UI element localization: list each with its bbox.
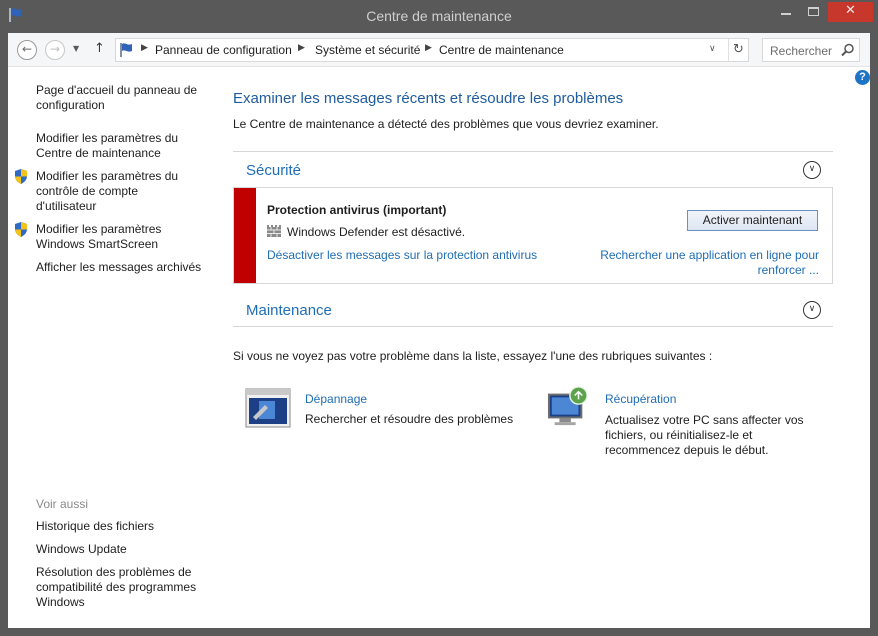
help-button[interactable]: ?: [855, 70, 870, 85]
link-text: configuration: [36, 98, 105, 112]
refresh-button[interactable]: ↻: [728, 39, 748, 61]
link-text: Modifier les paramètres du: [36, 169, 179, 183]
see-also-heading: Voir aussi: [36, 497, 89, 511]
breadcrumb-system-security[interactable]: Système et sécurité: [315, 43, 420, 57]
maximize-icon: [808, 7, 819, 16]
troubleshooting-description: Rechercher et résoudre des problèmes: [305, 412, 513, 427]
maximize-button[interactable]: [801, 2, 827, 22]
troubleshooting-link[interactable]: Dépannage: [305, 392, 367, 406]
page-subheading: Le Centre de maintenance a détecté des p…: [233, 117, 659, 131]
turn-on-now-button[interactable]: Activer maintenant: [687, 210, 818, 231]
security-section-title[interactable]: Sécurité: [246, 162, 301, 179]
hint-text: Si vous ne voyez pas votre problème dans…: [233, 349, 713, 363]
description-line: Rechercher et résoudre des problèmes: [305, 412, 514, 426]
see-also-file-history[interactable]: Historique des fichiers: [36, 519, 216, 534]
breadcrumb-separator-icon[interactable]: ▶: [425, 43, 432, 53]
sidebar-link-control-panel-home[interactable]: Page d'accueil du panneau de configurati…: [36, 83, 216, 113]
antivirus-alert-panel: Protection antivirus (important) Windows…: [233, 187, 833, 284]
breadcrumb-separator-icon[interactable]: ▶: [141, 43, 148, 53]
navigation-bar: ← → ▼ ↑ ▶ Panneau de configuration ▶ Sys…: [8, 33, 870, 67]
maintenance-section-title[interactable]: Maintenance: [246, 302, 332, 319]
see-also-compatibility-troubleshooter[interactable]: Résolution des problèmes de compatibilit…: [36, 565, 216, 610]
description-line: Actualisez votre PC sans affecter vos: [605, 413, 804, 427]
search-box[interactable]: Rechercher: [762, 38, 860, 62]
alert-title: Protection antivirus (important): [267, 203, 447, 217]
link-text: renforcer ...: [757, 263, 819, 277]
link-text: Windows: [36, 595, 85, 609]
disable-antivirus-messages-link[interactable]: Désactiver les messages sur la protectio…: [267, 248, 537, 262]
search-placeholder: Rechercher: [770, 44, 833, 58]
troubleshoot-icon[interactable]: [245, 387, 291, 429]
breadcrumb-separator-icon[interactable]: ▶: [298, 43, 305, 53]
uac-shield-icon: [15, 169, 27, 184]
close-button[interactable]: ✕: [828, 2, 873, 22]
address-history-dropdown[interactable]: ∨: [709, 44, 716, 54]
recovery-link[interactable]: Récupération: [605, 392, 676, 406]
back-button[interactable]: ←: [17, 40, 37, 60]
recent-locations-icon[interactable]: ▼: [73, 44, 79, 53]
page-heading: Examiner les messages récents et résoudr…: [233, 90, 624, 107]
find-app-online-link[interactable]: Rechercher une application en ligne pour…: [599, 248, 819, 278]
breadcrumb-action-center[interactable]: Centre de maintenance: [439, 43, 564, 57]
minimize-button[interactable]: [773, 2, 799, 22]
description-line: fichiers, ou réinitialisez-le et: [605, 428, 753, 442]
firewall-icon: [267, 225, 281, 237]
action-center-flag-icon: [120, 43, 132, 57]
link-text: Afficher les messages archivés: [36, 260, 202, 274]
see-also-windows-update[interactable]: Windows Update: [36, 542, 216, 557]
sidebar-link-uac-settings[interactable]: Modifier les paramètres du contrôle de c…: [36, 169, 216, 214]
link-text: compatibilité des programmes: [36, 580, 197, 594]
search-icon[interactable]: [841, 43, 855, 57]
recovery-icon[interactable]: [545, 385, 591, 427]
client-area: ← → ▼ ↑ ▶ Panneau de configuration ▶ Sys…: [8, 33, 870, 628]
window: Centre de maintenance ✕ ← → ▼ ↑ ▶ Pannea…: [0, 0, 878, 636]
sidebar-link-smartscreen-settings[interactable]: Modifier les paramètres Windows SmartScr…: [36, 222, 216, 252]
window-title: Centre de maintenance: [366, 8, 512, 24]
link-text: Modifier les paramètres: [36, 222, 162, 236]
uac-shield-icon: [15, 222, 27, 237]
sidebar-link-archived-messages[interactable]: Afficher les messages archivés: [36, 260, 216, 275]
close-icon: ✕: [845, 3, 856, 18]
link-text: Rechercher une application en ligne pour: [600, 248, 819, 262]
sidebar-link-action-center-settings[interactable]: Modifier les paramètres du Centre de mai…: [36, 131, 216, 161]
severity-strip: [234, 188, 256, 283]
address-bar[interactable]: ▶ Panneau de configuration ▶ Système et …: [115, 38, 749, 62]
link-text: Windows Update: [36, 542, 127, 556]
title-bar[interactable]: Centre de maintenance ✕: [0, 0, 878, 33]
maintenance-expand-chevron-icon[interactable]: ∨: [803, 301, 821, 319]
divider: [233, 151, 833, 152]
up-button[interactable]: ↑: [94, 41, 105, 56]
divider: [233, 326, 833, 327]
link-text: Centre de maintenance: [36, 146, 161, 160]
recovery-description: Actualisez votre PC sans affecter vos fi…: [605, 413, 804, 458]
security-collapse-chevron-icon[interactable]: ∨: [803, 161, 821, 179]
link-text: Historique des fichiers: [36, 519, 155, 533]
link-text: d'utilisateur: [36, 199, 97, 213]
link-text: Windows SmartScreen: [36, 237, 159, 251]
forward-button[interactable]: →: [45, 40, 65, 60]
link-text: Modifier les paramètres du: [36, 131, 179, 145]
minimize-icon: [781, 13, 791, 15]
link-text: Résolution des problèmes de: [36, 565, 192, 579]
description-line: recommencez depuis le début.: [605, 443, 769, 457]
breadcrumb-control-panel[interactable]: Panneau de configuration: [155, 43, 292, 57]
alert-status: Windows Defender est désactivé.: [287, 225, 466, 239]
link-text: Page d'accueil du panneau de: [36, 83, 198, 97]
link-text: contrôle de compte: [36, 184, 139, 198]
